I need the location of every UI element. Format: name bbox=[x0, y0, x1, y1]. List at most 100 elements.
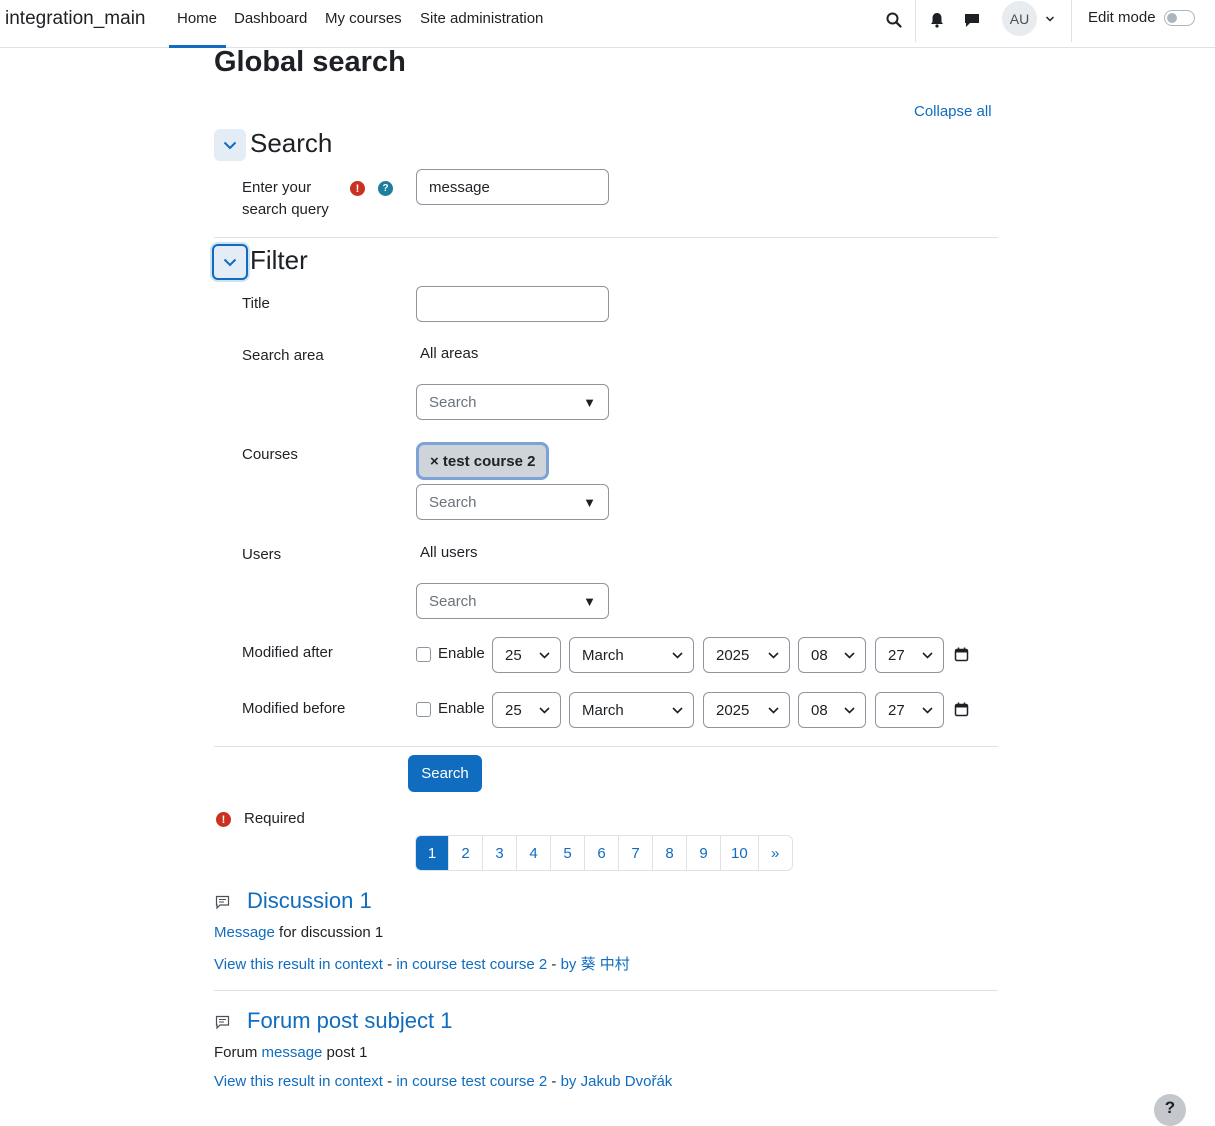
view-in-context-link[interactable]: View this result in context bbox=[214, 1073, 383, 1090]
chat-icon[interactable] bbox=[962, 10, 982, 30]
search-area-select[interactable]: Search ▼ bbox=[416, 384, 609, 420]
top-navbar: integration_main Home Dashboard My cours… bbox=[0, 0, 1215, 48]
dropdown-arrow-icon: ▼ bbox=[583, 394, 596, 410]
page-9-link[interactable]: 9 bbox=[686, 836, 720, 870]
result-title-link[interactable]: Forum post subject 1 bbox=[247, 1008, 452, 1034]
nav-site-administration[interactable]: Site administration bbox=[420, 10, 543, 27]
page-5-link[interactable]: 5 bbox=[550, 836, 584, 870]
view-in-context-link[interactable]: View this result in context bbox=[214, 956, 383, 973]
minute-select[interactable]: 27 bbox=[875, 692, 944, 728]
nav-home[interactable]: Home bbox=[177, 10, 217, 27]
filter-section-toggle[interactable] bbox=[212, 244, 248, 280]
next-page-link[interactable]: » bbox=[757, 836, 792, 870]
separator: - bbox=[382, 1073, 397, 1090]
filter-section-heading: Filter bbox=[250, 245, 308, 275]
month-value: March bbox=[582, 701, 624, 719]
hour-value: 08 bbox=[811, 701, 828, 719]
modified-after-enable-checkbox[interactable] bbox=[416, 647, 431, 662]
navbar-divider bbox=[1071, 0, 1072, 42]
day-select[interactable]: 25 bbox=[492, 692, 561, 728]
chevron-down-icon bbox=[672, 706, 683, 714]
search-query-input[interactable] bbox=[416, 169, 609, 205]
chevron-down-icon bbox=[223, 141, 237, 149]
minute-value: 27 bbox=[888, 646, 905, 664]
courses-select[interactable]: Search ▼ bbox=[416, 484, 609, 520]
required-icon: ! bbox=[216, 812, 231, 827]
day-select[interactable]: 25 bbox=[492, 637, 561, 673]
hour-select[interactable]: 08 bbox=[798, 692, 866, 728]
page-10-link[interactable]: 10 bbox=[720, 836, 758, 870]
courses-placeholder: Search bbox=[429, 493, 477, 511]
page-7-link[interactable]: 7 bbox=[618, 836, 652, 870]
page-4-link[interactable]: 4 bbox=[516, 836, 550, 870]
calendar-icon[interactable] bbox=[954, 647, 969, 662]
separator: - bbox=[547, 956, 561, 973]
page-title: Global search bbox=[214, 46, 406, 78]
forum-post-icon bbox=[215, 895, 230, 910]
bell-icon[interactable] bbox=[927, 10, 947, 30]
collapse-all-link[interactable]: Collapse all bbox=[914, 103, 992, 120]
result-title-link[interactable]: Discussion 1 bbox=[247, 888, 372, 914]
required-icon: ! bbox=[350, 181, 365, 196]
result-meta: View this result in context - in course … bbox=[214, 953, 630, 974]
query-label-line1: Enter your bbox=[242, 179, 312, 196]
year-select[interactable]: 2025 bbox=[703, 637, 790, 673]
highlight-link[interactable]: Message bbox=[214, 924, 275, 941]
nav-dashboard[interactable]: Dashboard bbox=[234, 10, 307, 27]
users-value: All users bbox=[420, 544, 478, 561]
user-avatar[interactable]: AU bbox=[1002, 1, 1037, 36]
author-link[interactable]: by Jakub Dvořák bbox=[561, 1073, 673, 1090]
hour-value: 08 bbox=[811, 646, 828, 664]
month-value: March bbox=[582, 646, 624, 664]
divider bbox=[214, 746, 998, 747]
chevron-down-icon[interactable] bbox=[1040, 9, 1060, 29]
page-6-link[interactable]: 6 bbox=[584, 836, 618, 870]
enable-label: Enable bbox=[438, 700, 485, 717]
search-section-heading: Search bbox=[250, 128, 333, 158]
month-select[interactable]: March bbox=[569, 637, 694, 673]
page-2-link[interactable]: 2 bbox=[448, 836, 482, 870]
chevron-down-icon bbox=[539, 651, 550, 659]
nav-my-courses[interactable]: My courses bbox=[325, 10, 402, 27]
chevron-down-icon bbox=[844, 651, 855, 659]
course-link[interactable]: in course test course 2 bbox=[396, 1073, 547, 1090]
title-input[interactable] bbox=[416, 286, 609, 322]
minute-select[interactable]: 27 bbox=[875, 637, 944, 673]
author-link[interactable]: by 葵 中村 bbox=[561, 956, 630, 973]
forum-post-icon bbox=[215, 1015, 230, 1030]
year-select[interactable]: 2025 bbox=[703, 692, 790, 728]
page-8-link[interactable]: 8 bbox=[652, 836, 686, 870]
page-1-link[interactable]: 1 bbox=[416, 836, 448, 870]
calendar-icon[interactable] bbox=[954, 702, 969, 717]
site-name[interactable]: integration_main bbox=[5, 8, 145, 30]
edit-mode-toggle[interactable] bbox=[1164, 10, 1195, 26]
chevron-down-icon bbox=[922, 706, 933, 714]
snippet-text: Forum bbox=[214, 1044, 262, 1061]
result-meta: View this result in context - in course … bbox=[214, 1073, 672, 1090]
modified-after-label: Modified after bbox=[242, 644, 333, 661]
highlight-link[interactable]: message bbox=[262, 1044, 323, 1061]
modified-before-enable-checkbox[interactable] bbox=[416, 702, 431, 717]
chevron-down-icon bbox=[672, 651, 683, 659]
divider bbox=[214, 990, 998, 991]
floating-help-button[interactable]: ? bbox=[1154, 1094, 1186, 1126]
result-snippet: Message for discussion 1 bbox=[214, 924, 383, 941]
search-area-placeholder: Search bbox=[429, 393, 477, 411]
day-value: 25 bbox=[505, 701, 522, 719]
divider bbox=[214, 237, 998, 238]
snippet-text: for discussion 1 bbox=[274, 924, 384, 941]
users-select[interactable]: Search ▼ bbox=[416, 583, 609, 619]
help-icon[interactable]: ? bbox=[378, 181, 393, 196]
course-link[interactable]: in course test course 2 bbox=[396, 956, 547, 973]
search-section-toggle[interactable] bbox=[214, 129, 246, 161]
chevron-down-icon bbox=[223, 258, 237, 266]
hour-select[interactable]: 08 bbox=[798, 637, 866, 673]
page-3-link[interactable]: 3 bbox=[482, 836, 516, 870]
selected-course-chip[interactable]: × test course 2 bbox=[416, 442, 550, 480]
search-icon[interactable] bbox=[884, 10, 904, 30]
edit-mode-label: Edit mode bbox=[1088, 9, 1156, 26]
search-submit-button[interactable]: Search bbox=[408, 755, 482, 792]
month-select[interactable]: March bbox=[569, 692, 694, 728]
day-value: 25 bbox=[505, 646, 522, 664]
users-label: Users bbox=[242, 546, 282, 563]
